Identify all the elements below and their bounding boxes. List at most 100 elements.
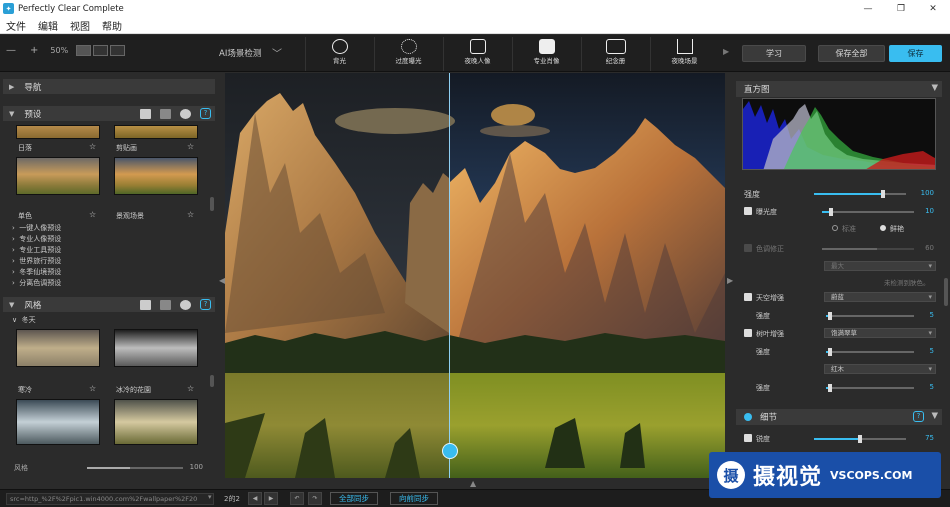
color-correction-checkbox[interactable]	[744, 244, 752, 252]
learn-button[interactable]: 学习	[742, 45, 806, 62]
style-thumb-frost[interactable]	[16, 399, 100, 445]
histogram-header[interactable]: 直方图 ▼	[736, 81, 942, 97]
sky-checkbox[interactable]	[744, 293, 752, 301]
menu-view[interactable]: 视图	[70, 18, 90, 33]
side-by-side-button[interactable]	[110, 45, 126, 56]
preset-group[interactable]: › 世界旅行预设	[12, 256, 112, 267]
gear-icon[interactable]	[180, 108, 191, 119]
navigation-header[interactable]: ▶ 导航	[3, 79, 215, 94]
styles-header[interactable]: ▼ 风格 ?	[3, 297, 215, 312]
presets-scrollbar[interactable]	[210, 197, 214, 211]
scene-night-portrait[interactable]: 夜晚人像	[443, 37, 511, 71]
gear-icon[interactable]	[180, 299, 191, 310]
exposure-label: 曝光度	[756, 208, 777, 216]
menu-file[interactable]: 文件	[6, 18, 26, 33]
foliage-strength-slider[interactable]	[826, 348, 914, 356]
scene-pro-portrait[interactable]: 专业肖像	[512, 37, 580, 71]
presets-header[interactable]: ▼ 预设 ?	[3, 106, 215, 121]
foliage-checkbox[interactable]	[744, 329, 752, 337]
sky-dropdown[interactable]: 蔚蓝	[824, 292, 936, 302]
details-header[interactable]: 细节 ? ▼	[736, 409, 942, 425]
minimize-button[interactable]: —	[853, 0, 883, 17]
style-thumb-cold[interactable]	[16, 329, 100, 367]
standard-radio[interactable]	[832, 225, 838, 231]
grid-view-icon[interactable]	[140, 108, 151, 119]
style-thumb-winter[interactable]	[114, 399, 198, 445]
single-view-button[interactable]	[76, 45, 92, 56]
style-group[interactable]: ∨ 冬天	[12, 315, 36, 325]
star-icon[interactable]: ☆	[187, 384, 194, 393]
image-canvas[interactable]	[225, 73, 725, 478]
help-icon[interactable]: ?	[913, 411, 924, 422]
sync-forward-button[interactable]: 向前同步	[390, 492, 438, 505]
star-icon[interactable]: ☆	[89, 210, 96, 219]
prev-image-button[interactable]: ◀	[248, 492, 262, 505]
collapse-icon[interactable]: ▼	[931, 83, 938, 93]
foliage-dropdown[interactable]: 饱满翠草	[824, 328, 936, 338]
list-view-icon[interactable]	[160, 108, 171, 119]
exposure-checkbox[interactable]	[744, 207, 752, 215]
close-button[interactable]: ✕	[918, 0, 948, 17]
exposure-slider[interactable]	[822, 208, 914, 216]
help-icon[interactable]: ?	[200, 108, 211, 119]
undo-button[interactable]: ↶	[290, 492, 304, 505]
menu-help[interactable]: 帮助	[102, 18, 122, 33]
split-divider[interactable]	[449, 73, 450, 478]
chevron-down-icon[interactable]: ▾	[208, 493, 212, 501]
star-icon[interactable]: ☆	[187, 142, 194, 151]
chevron-down-icon[interactable]: ﹀	[272, 45, 282, 60]
color-correction-dropdown[interactable]: 最大	[824, 261, 936, 271]
style-strength-slider[interactable]	[87, 467, 183, 469]
ai-scene-detect[interactable]: AI场景检测	[219, 47, 261, 59]
bright-radio[interactable]	[880, 225, 886, 231]
collapse-right-panel-icon[interactable]: ▶	[727, 276, 733, 285]
grid-view-icon[interactable]	[140, 299, 151, 310]
styles-scrollbar[interactable]	[210, 375, 214, 387]
split-handle-icon[interactable]	[442, 443, 458, 459]
sharpen-slider[interactable]	[814, 435, 906, 443]
app-icon: ✦	[3, 3, 14, 14]
scene-backlight[interactable]: 背光	[305, 37, 373, 71]
scene-night[interactable]: 夜晚场景	[650, 37, 718, 71]
foliage-dropdown-2[interactable]: 红木	[824, 364, 936, 374]
save-button[interactable]: 保存	[889, 45, 942, 62]
star-icon[interactable]: ☆	[89, 142, 96, 151]
collapse-icon[interactable]: ▼	[931, 411, 938, 421]
star-icon[interactable]: ☆	[187, 210, 194, 219]
foliage-strength-label-2: 强度	[756, 384, 770, 392]
list-view-icon[interactable]	[160, 299, 171, 310]
histogram-graph	[743, 101, 935, 169]
redo-button[interactable]: ↷	[308, 492, 322, 505]
style-thumb-ice-garden[interactable]	[114, 329, 198, 367]
preset-group[interactable]: › 分离色调预设	[12, 278, 112, 289]
scene-overexposed[interactable]: 过度曝光	[374, 37, 442, 71]
help-icon[interactable]: ?	[200, 299, 211, 310]
sharpen-checkbox[interactable]	[744, 434, 752, 442]
strength-slider[interactable]	[814, 190, 906, 198]
scroll-right-icon[interactable]: ▶	[723, 47, 729, 56]
preset-group[interactable]: › 冬季仙境预设	[12, 267, 112, 278]
preset-group[interactable]: › 一键人像预设	[12, 223, 112, 234]
preset-thumb-mono[interactable]	[16, 157, 100, 195]
sky-strength-slider[interactable]	[826, 312, 914, 320]
foliage-strength-slider-2[interactable]	[826, 384, 914, 392]
menu-edit[interactable]: 编辑	[38, 18, 58, 33]
preset-group[interactable]: › 专业工具预设	[12, 245, 112, 256]
maximize-button[interactable]: ❐	[886, 0, 916, 17]
watermark-badge: 摄	[717, 461, 745, 489]
sync-all-button[interactable]: 全部同步	[330, 492, 378, 505]
collapse-filmstrip-icon[interactable]: ▲	[470, 479, 476, 488]
color-correction-slider[interactable]	[822, 248, 914, 250]
preset-group[interactable]: › 专业人像预设	[12, 234, 112, 245]
star-icon[interactable]: ☆	[89, 384, 96, 393]
next-image-button[interactable]: ▶	[264, 492, 278, 505]
preset-thumb-landscape[interactable]	[114, 157, 198, 195]
right-panel-scrollbar[interactable]	[944, 278, 948, 306]
scene-album[interactable]: 纪念册	[581, 37, 649, 71]
preset-thumb-clipart[interactable]	[114, 125, 198, 139]
zoom-out-button[interactable]: —	[6, 45, 16, 56]
split-view-button[interactable]	[93, 45, 109, 56]
preset-thumb-sunset[interactable]	[16, 125, 100, 139]
zoom-in-button[interactable]: +	[30, 45, 38, 56]
save-all-button[interactable]: 保存全部	[818, 45, 885, 62]
